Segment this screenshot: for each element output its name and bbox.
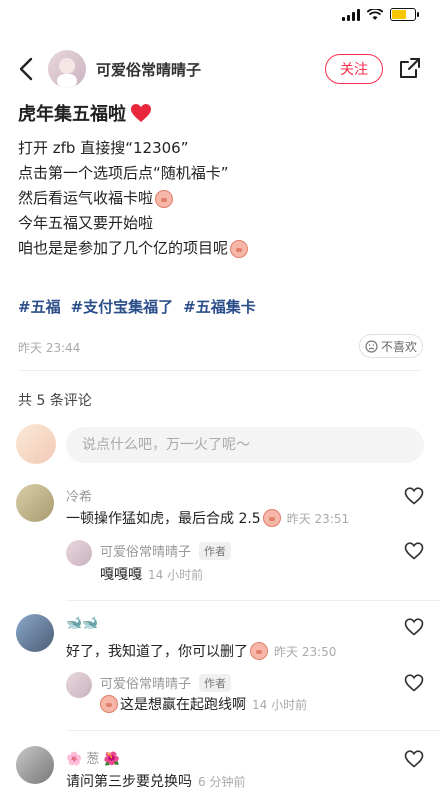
reply-text: 这是想赢在起跑线啊 14 小时前 — [100, 694, 307, 714]
commenter-avatar[interactable] — [16, 746, 54, 784]
commenter-avatar[interactable] — [16, 484, 54, 522]
comment-time: 昨天 23:50 — [274, 644, 337, 659]
red-heart-icon — [131, 104, 151, 122]
reply-author[interactable]: 可爱俗常晴晴子 作者 — [100, 541, 232, 560]
pig-emoji-icon — [100, 695, 118, 713]
comment-text: 好了，我知道了，你可以删了 昨天 23:50 — [66, 642, 337, 660]
post-title-text: 虎年集五福啦 — [18, 104, 126, 125]
wifi-icon — [367, 8, 383, 20]
sad-face-icon — [365, 339, 378, 353]
status-bar — [0, 0, 440, 34]
divider — [18, 370, 422, 371]
body-line: 打开 zfb 直接搜“12306” — [18, 139, 189, 157]
share-icon[interactable] — [398, 56, 422, 80]
comment-time: 昨天 23:51 — [286, 511, 350, 526]
body-line: 咱也是是参加了几个亿的项目呢 — [18, 236, 418, 261]
pig-emoji-icon — [262, 509, 281, 527]
comment-time: 6 分钟前 — [198, 774, 246, 789]
reply-avatar[interactable] — [66, 672, 92, 698]
comment-text: 一顿操作猛如虎，最后合成 2.5 昨天 23:51 — [66, 509, 350, 527]
dislike-label: 不喜欢 — [380, 339, 417, 354]
top-bar: 可爱俗常晴晴子 关注 — [0, 48, 440, 92]
tag-item[interactable]: #支付宝集福了 — [71, 296, 174, 317]
pig-emoji-icon — [250, 642, 268, 660]
commenter-name[interactable]: 🐋🐋 — [66, 616, 98, 631]
reply-avatar[interactable] — [66, 540, 92, 566]
author-badge: 作者 — [199, 541, 232, 560]
reply-author[interactable]: 可爱俗常晴晴子 作者 — [100, 673, 232, 692]
reply-time: 14 小时前 — [252, 697, 308, 712]
status-icons — [342, 8, 419, 21]
follow-button[interactable]: 关注 — [325, 54, 383, 84]
my-avatar — [16, 424, 56, 464]
like-heart-icon[interactable] — [404, 542, 424, 560]
dislike-button[interactable]: 不喜欢 — [359, 334, 423, 358]
comment-count: 共 5 条评论 — [18, 393, 92, 409]
comment-divider — [66, 730, 440, 731]
like-heart-icon[interactable] — [404, 674, 424, 692]
pig-emoji-icon — [155, 189, 174, 208]
post-title: 虎年集五福啦 — [18, 100, 152, 126]
tag-item[interactable]: #五福 — [18, 296, 61, 317]
commenter-avatar[interactable] — [16, 614, 54, 652]
signal-icon — [342, 8, 360, 21]
post-body: 打开 zfb 直接搜“12306” 点击第一个选项后点“随机福卡” 然后看运气收… — [18, 136, 418, 261]
author-avatar[interactable] — [48, 50, 86, 88]
like-heart-icon[interactable] — [404, 750, 424, 768]
pig-emoji-icon — [230, 239, 249, 258]
tag-list: #五福 #支付宝集福了 #五福集卡 — [18, 296, 256, 317]
comment-divider — [66, 600, 440, 601]
back-arrow-icon[interactable] — [14, 56, 40, 82]
author-badge: 作者 — [199, 673, 232, 692]
body-line: 然后看运气收福卡啦 — [18, 186, 418, 211]
like-heart-icon[interactable] — [404, 487, 424, 505]
comment-text: 请问第三步要兑换吗 6 分钟前 — [66, 774, 246, 790]
post-date: 昨天 23:44 — [18, 341, 81, 355]
tag-item[interactable]: #五福集卡 — [183, 296, 256, 317]
body-line: 今年五福又要开始啦 — [18, 214, 154, 232]
like-heart-icon[interactable] — [404, 618, 424, 636]
commenter-name[interactable]: 🌸 葱 🌺 — [66, 748, 120, 767]
commenter-name[interactable]: 冷希 — [66, 486, 92, 505]
comment-input[interactable] — [66, 427, 424, 463]
reply-text: 嘎嘎嘎 14 小时前 — [100, 567, 204, 583]
author-name[interactable]: 可爱俗常晴晴子 — [96, 59, 201, 80]
reply-time: 14 小时前 — [148, 567, 204, 582]
body-line: 点击第一个选项后点“随机福卡” — [18, 164, 229, 182]
battery-icon — [390, 8, 419, 21]
